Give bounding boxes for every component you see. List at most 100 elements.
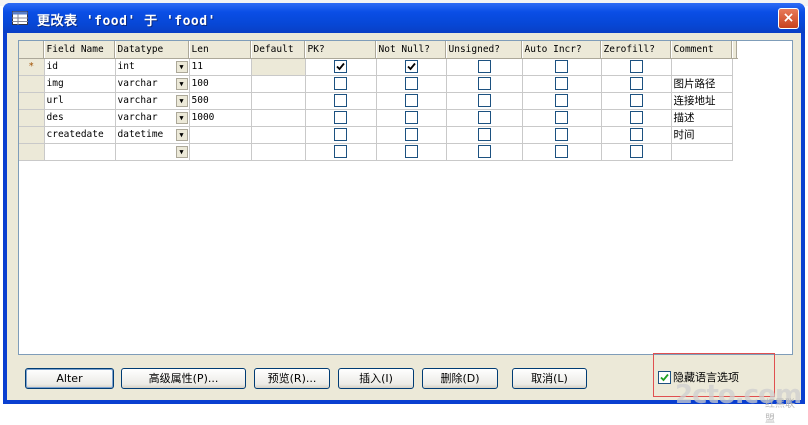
notnull-checkbox[interactable] (404, 94, 418, 107)
column-header[interactable]: Datatype (115, 41, 190, 59)
pk-cell[interactable] (305, 126, 377, 144)
datatype-cell[interactable]: ▼ (115, 143, 190, 161)
row-selector[interactable] (19, 75, 45, 93)
unsigned-cell[interactable] (446, 126, 523, 144)
pk-checkbox[interactable] (334, 128, 347, 141)
pk-cell[interactable] (305, 92, 377, 110)
default-cell[interactable] (251, 92, 306, 110)
unsigned-cell[interactable] (446, 92, 523, 110)
zerofill-cell[interactable] (601, 109, 672, 127)
pk-cell[interactable] (305, 75, 377, 93)
length-cell[interactable]: 500 (189, 92, 252, 110)
default-cell[interactable] (251, 126, 306, 144)
autoinc-cell[interactable] (522, 58, 602, 76)
zerofill-checkbox[interactable] (629, 77, 643, 90)
row-selector[interactable] (19, 92, 45, 110)
row-selector[interactable] (19, 126, 45, 144)
column-header[interactable]: Unsigned? (446, 41, 523, 59)
row-selector[interactable] (19, 109, 45, 127)
notnull-cell[interactable] (376, 92, 447, 110)
table-row[interactable]: * id int ▼ 11 (19, 57, 737, 76)
pk-cell[interactable] (305, 109, 377, 127)
datatype-cell[interactable]: varchar ▼ (115, 75, 190, 93)
autoinc-cell[interactable] (522, 92, 602, 110)
notnull-checkbox[interactable] (404, 145, 418, 158)
preview-button[interactable]: 预览(R)... (254, 368, 330, 389)
unsigned-checkbox[interactable] (477, 145, 491, 158)
field-name-cell[interactable]: createdate (44, 126, 116, 144)
autoinc-cell[interactable] (522, 109, 602, 127)
comment-cell[interactable]: 时间 (671, 126, 733, 144)
chevron-down-icon[interactable]: ▼ (175, 94, 188, 107)
comment-cell[interactable]: 连接地址 (671, 92, 733, 110)
default-cell[interactable] (250, 57, 306, 76)
default-cell[interactable] (251, 109, 306, 127)
length-cell[interactable]: 1000 (189, 109, 252, 127)
table-row[interactable]: ▼ (19, 143, 737, 161)
zerofill-checkbox[interactable] (629, 60, 643, 73)
notnull-checkbox[interactable] (404, 128, 418, 141)
zerofill-cell[interactable] (601, 126, 672, 144)
hide-language-checkbox[interactable] (658, 371, 671, 384)
unsigned-checkbox[interactable] (477, 77, 491, 90)
datatype-cell[interactable]: varchar ▼ (115, 92, 190, 110)
pk-checkbox[interactable] (334, 77, 347, 90)
column-header[interactable]: Default (251, 41, 306, 59)
zerofill-cell[interactable] (601, 75, 672, 93)
comment-cell[interactable] (671, 58, 733, 76)
unsigned-checkbox[interactable] (477, 60, 491, 73)
length-cell[interactable] (189, 143, 252, 161)
unsigned-checkbox[interactable] (477, 94, 491, 107)
column-header[interactable]: Auto Incr? (522, 41, 602, 59)
pk-checkbox[interactable] (334, 111, 347, 124)
unsigned-checkbox[interactable] (477, 111, 491, 124)
zerofill-checkbox[interactable] (629, 145, 643, 158)
length-cell[interactable]: 11 (189, 58, 252, 76)
unsigned-cell[interactable] (446, 109, 523, 127)
field-name-cell[interactable]: des (44, 109, 116, 127)
notnull-checkbox[interactable] (404, 60, 418, 73)
autoinc-checkbox[interactable] (555, 145, 568, 158)
column-header[interactable]: Not Null? (376, 41, 447, 59)
datatype-cell[interactable]: datetime ▼ (115, 126, 190, 144)
column-header[interactable]: PK? (305, 41, 377, 59)
datatype-cell[interactable]: varchar ▼ (115, 109, 190, 127)
length-cell[interactable]: 100 (189, 75, 252, 93)
hide-language-option[interactable]: 隐藏语言选项 (653, 353, 775, 397)
zerofill-checkbox[interactable] (629, 94, 643, 107)
length-cell[interactable] (189, 126, 252, 144)
insert-button[interactable]: 插入(I) (338, 368, 414, 389)
autoinc-cell[interactable] (522, 75, 602, 93)
notnull-cell[interactable] (376, 75, 447, 93)
autoinc-checkbox[interactable] (555, 60, 568, 73)
field-name-cell[interactable]: img (44, 75, 116, 93)
default-cell[interactable] (251, 75, 306, 93)
cancel-button[interactable]: 取消(L) (512, 368, 587, 389)
autoinc-cell[interactable] (522, 143, 602, 161)
chevron-down-icon[interactable]: ▼ (175, 77, 188, 90)
pk-checkbox[interactable] (334, 94, 347, 107)
delete-button[interactable]: 删除(D) (422, 368, 498, 389)
field-name-cell[interactable]: url (44, 92, 116, 110)
column-header[interactable]: Zerofill? (601, 41, 672, 59)
zerofill-cell[interactable] (601, 58, 672, 76)
field-name-cell[interactable] (44, 143, 116, 161)
advanced-properties-button[interactable]: 高级属性(P)... (121, 368, 246, 389)
chevron-down-icon[interactable]: ▼ (175, 111, 188, 124)
alter-button[interactable]: Alter (25, 368, 114, 389)
pk-checkbox[interactable] (334, 60, 347, 73)
unsigned-checkbox[interactable] (477, 128, 491, 141)
unsigned-cell[interactable] (446, 58, 523, 76)
datatype-cell[interactable]: int ▼ (115, 58, 190, 76)
comment-cell[interactable]: 描述 (671, 109, 733, 127)
row-selector[interactable] (19, 143, 45, 161)
zerofill-cell[interactable] (601, 143, 672, 161)
pk-cell[interactable] (305, 143, 377, 161)
notnull-checkbox[interactable] (404, 77, 418, 90)
pk-cell[interactable] (305, 58, 377, 76)
zerofill-checkbox[interactable] (629, 128, 643, 141)
notnull-cell[interactable] (376, 143, 447, 161)
table-row[interactable]: createdate datetime ▼ 时间 (19, 126, 737, 144)
chevron-down-icon[interactable]: ▼ (175, 145, 188, 158)
autoinc-cell[interactable] (522, 126, 602, 144)
